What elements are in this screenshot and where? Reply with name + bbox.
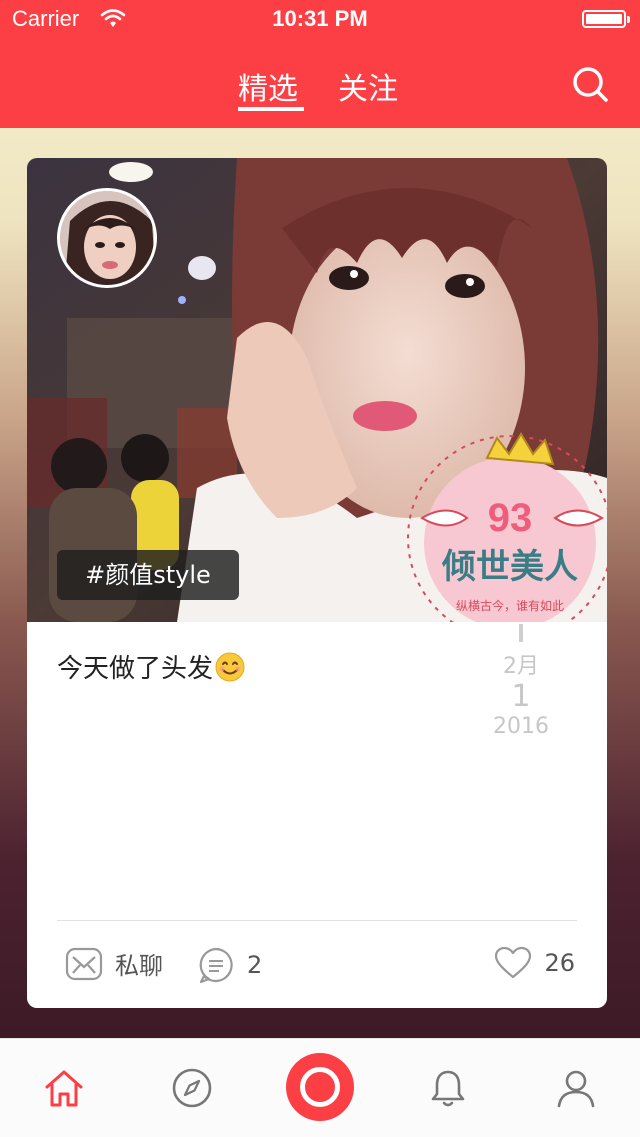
- bottom-tab-bar: [0, 1038, 640, 1137]
- date-month: 2月: [503, 654, 539, 679]
- comment-count: 2: [247, 951, 263, 979]
- sticker-number: 93: [488, 496, 533, 540]
- private-message-button[interactable]: 私聊: [65, 946, 163, 981]
- profile-icon[interactable]: [555, 1067, 597, 1109]
- post-caption: 今天做了头发: [57, 648, 245, 685]
- status-time: 10:31 PM: [272, 6, 368, 31]
- private-message-label: 私聊: [115, 952, 163, 980]
- post-caption-text: 今天做了头发: [57, 654, 214, 684]
- like-count: 26: [544, 949, 575, 977]
- post-card[interactable]: 93 倾世美人 纵横古今，谁有如此 #颜值style 今天做了头发 2月 1 2…: [27, 158, 607, 1008]
- sticker-title: 倾世美人: [441, 547, 578, 587]
- envelope-icon: [65, 947, 103, 980]
- sticker-subtitle: 纵横古今，谁有如此: [456, 598, 564, 613]
- search-icon[interactable]: [570, 64, 610, 104]
- tab-featured[interactable]: 精选: [238, 64, 298, 108]
- comment-button[interactable]: 2: [197, 946, 262, 984]
- bell-icon[interactable]: [427, 1067, 469, 1109]
- divider: [57, 920, 577, 921]
- top-navigation: 精选 关注: [0, 40, 640, 128]
- active-tab-indicator: [238, 107, 304, 111]
- date-year: 2016: [493, 714, 549, 739]
- topic-tag[interactable]: #颜值style: [57, 550, 239, 600]
- date-marker: [519, 624, 523, 642]
- post-date: 2月 1 2016: [481, 624, 561, 739]
- battery-icon: [582, 10, 630, 28]
- heart-icon: [495, 946, 532, 979]
- home-icon[interactable]: [43, 1067, 85, 1109]
- like-button[interactable]: 26: [494, 946, 575, 980]
- smile-emoji: [215, 652, 245, 682]
- tab-following[interactable]: 关注: [338, 64, 398, 108]
- record-button[interactable]: [286, 1053, 354, 1121]
- date-day: 1: [511, 679, 531, 714]
- avatar[interactable]: [57, 188, 157, 288]
- comment-icon: [199, 947, 233, 984]
- post-actions: 私聊 2 26: [27, 938, 607, 990]
- status-bar: Carrier 10:31 PM: [0, 0, 640, 40]
- compass-icon[interactable]: [171, 1067, 213, 1109]
